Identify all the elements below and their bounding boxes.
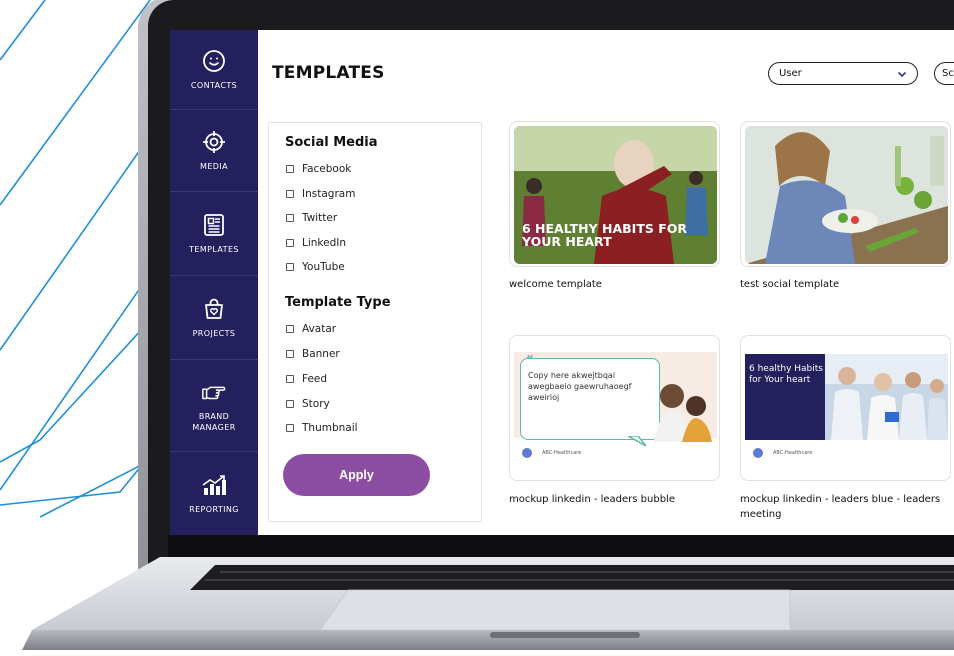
search-input[interactable]: Sc	[934, 62, 954, 85]
brand-name: ABC-Healthcare	[773, 450, 813, 456]
salad-photo-illustration	[745, 126, 948, 264]
brand-logo-icon	[522, 448, 532, 458]
doctor-child-illustration	[654, 384, 712, 442]
page-title: TEMPLATES	[272, 63, 385, 83]
checkbox[interactable]	[286, 400, 294, 408]
filter-avatar[interactable]: Avatar	[286, 323, 336, 335]
checkbox[interactable]	[286, 263, 294, 271]
filter-banner[interactable]: Banner	[286, 348, 340, 360]
filter-linkedin[interactable]: LinkedIn	[286, 237, 346, 249]
apply-button[interactable]: Apply	[283, 454, 430, 496]
checkbox[interactable]	[286, 190, 294, 198]
checkbox[interactable]	[286, 350, 294, 358]
template-type-title: Template Type	[285, 295, 391, 310]
user-dropdown[interactable]: User	[768, 62, 918, 85]
filter-feed[interactable]: Feed	[286, 373, 327, 385]
card-overlay-text: 6 HEALTHY HABITS FOR YOUR HEART	[522, 221, 687, 249]
template-card-leaders-blue[interactable]: 6 healthy Habits for Your heart ABC-Heal…	[740, 335, 951, 481]
nav-item-templates[interactable]: TEMPLATES	[170, 192, 258, 276]
brand-logo-icon	[753, 448, 763, 458]
filter-label: Thumbnail	[302, 422, 358, 434]
search-input-text: Sc	[942, 68, 954, 79]
template-thumbnail: 6 HEALTHY HABITS FOR YOUR HEART	[514, 126, 717, 264]
template-label: test social template	[740, 279, 840, 290]
filter-label: Story	[302, 398, 330, 410]
filter-label: Twitter	[302, 212, 338, 224]
nav-item-brand-manager[interactable]: BRAND MANAGER	[170, 360, 258, 452]
template-label: mockup linkedin - leaders bubble	[509, 494, 675, 505]
brand-row: ABC-Healthcare	[753, 448, 812, 458]
nav-item-projects[interactable]: PROJECTS	[170, 276, 258, 360]
filter-facebook[interactable]: Facebook	[286, 163, 351, 175]
social-media-title: Social Media	[285, 135, 378, 150]
bubble-copy-text: Copy here akwejtbqai awegbaeio gaewruhao…	[528, 371, 632, 402]
filter-instagram[interactable]: Instagram	[286, 188, 355, 200]
template-card-test-social[interactable]	[740, 121, 951, 267]
nav-label-contacts: CONTACTS	[190, 81, 238, 90]
leaders-meeting-photo-illustration	[825, 354, 948, 440]
filter-label: Avatar	[302, 323, 337, 335]
heart-bag-icon	[201, 296, 227, 322]
checkbox[interactable]	[286, 424, 294, 432]
quote-icon: “	[526, 353, 534, 367]
nav-label-reporting: REPORTING	[189, 505, 239, 514]
checkbox[interactable]	[286, 239, 294, 247]
target-icon	[201, 129, 227, 155]
panel-text: 6 healthy Habits for Your heart	[749, 364, 823, 385]
brand-row: ABC-Healthcare	[522, 448, 581, 458]
filter-thumbnail[interactable]: Thumbnail	[286, 422, 358, 434]
filter-label: YouTube	[302, 261, 345, 273]
app-screen: CONTACTS MEDIA TEMPLATES PROJECTS BRAND …	[170, 30, 954, 535]
filter-label: Banner	[302, 348, 340, 360]
bubble-tail	[628, 436, 647, 447]
template-card-leaders-bubble[interactable]: “ Copy here akwejtbqai awegbaeio gaewruh…	[509, 335, 720, 481]
filter-story[interactable]: Story	[286, 398, 330, 410]
nav-item-contacts[interactable]: CONTACTS	[170, 30, 258, 110]
filter-label: Instagram	[302, 188, 356, 200]
user-dropdown-value: User	[779, 68, 802, 79]
checkbox[interactable]	[286, 214, 294, 222]
template-label: welcome template	[509, 279, 602, 290]
nav-item-media[interactable]: MEDIA	[170, 110, 258, 192]
template-thumbnail	[745, 126, 948, 264]
filter-youtube[interactable]: YouTube	[286, 261, 345, 273]
nav-label-brand-manager: BRAND MANAGER	[192, 411, 236, 432]
nav-label-projects: PROJECTS	[192, 329, 236, 338]
nav-label-media: MEDIA	[200, 162, 228, 171]
filter-label: LinkedIn	[302, 237, 347, 249]
filter-label: Facebook	[302, 163, 352, 175]
bar-chart-icon	[201, 472, 227, 498]
nav-item-reporting[interactable]: REPORTING	[170, 452, 258, 535]
template-card-welcome[interactable]: 6 HEALTHY HABITS FOR YOUR HEART	[509, 121, 720, 267]
sidebar-nav: CONTACTS MEDIA TEMPLATES PROJECTS BRAND …	[170, 30, 258, 535]
filter-panel: Social Media Facebook Instagram Twitter …	[268, 122, 482, 522]
template-label: mockup linkedin - leaders blue - leaders…	[740, 494, 941, 520]
checkbox[interactable]	[286, 375, 294, 383]
smiley-icon	[201, 48, 227, 74]
checkbox[interactable]	[286, 325, 294, 333]
filter-twitter[interactable]: Twitter	[286, 212, 337, 224]
brand-name: ABC-Healthcare	[542, 450, 582, 456]
nav-label-templates: TEMPLATES	[189, 245, 239, 254]
filter-label: Feed	[302, 373, 328, 385]
chevron-down-icon	[897, 71, 907, 77]
newspaper-icon	[201, 212, 227, 238]
pointing-hand-icon	[201, 379, 227, 405]
checkbox[interactable]	[286, 165, 294, 173]
